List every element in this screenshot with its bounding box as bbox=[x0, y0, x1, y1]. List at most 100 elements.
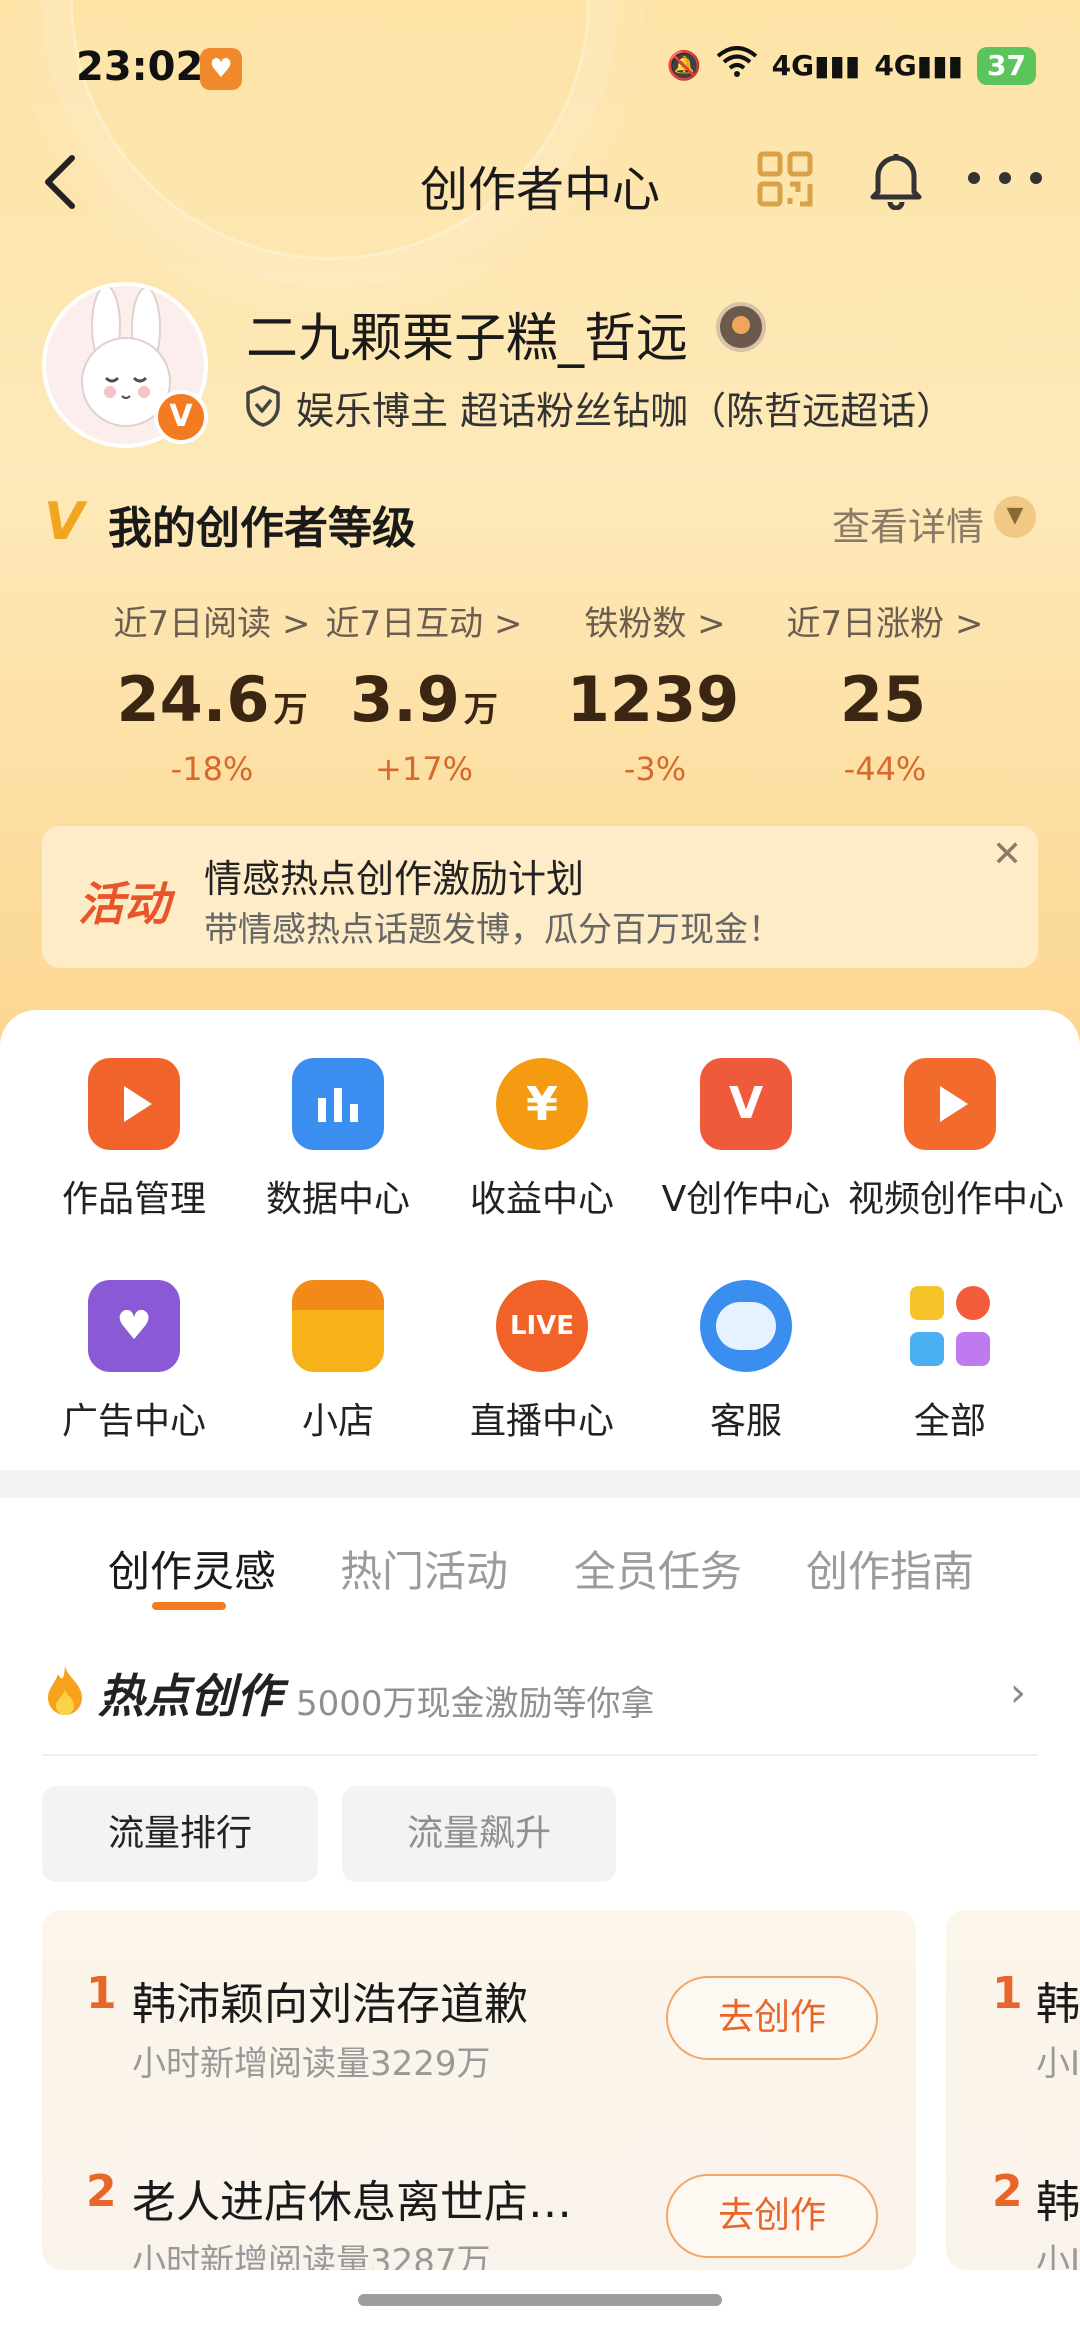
shield-icon bbox=[244, 384, 282, 428]
rank-subtitle: 小I bbox=[1036, 2242, 1080, 2270]
service-label: 数据中心 bbox=[265, 1179, 410, 1220]
service-label: V创作中心 bbox=[661, 1179, 831, 1220]
service-all[interactable]: 全部 bbox=[848, 1280, 1052, 1444]
banner-tag: 活动 bbox=[78, 877, 170, 931]
video-icon bbox=[904, 1058, 996, 1150]
username[interactable]: 二九颗栗子糕_哲远 bbox=[246, 296, 688, 371]
close-icon[interactable]: ✕ bbox=[992, 834, 1022, 875]
battery-icon: 37 bbox=[977, 46, 1036, 85]
service-ad[interactable]: ♥ 广告中心 bbox=[32, 1280, 236, 1444]
stat-value: 25 bbox=[839, 663, 927, 736]
stat-label: 近7日阅读 > bbox=[113, 604, 311, 644]
status-bar: 23:02 ♥ 🔕 4G▮▮▮ 4G▮▮▮ 37 bbox=[0, 0, 1080, 140]
chevron-down-icon[interactable]: ▼ bbox=[994, 496, 1036, 538]
rank-title: 韩 bbox=[1036, 1979, 1080, 2030]
tab-creation-inspiration[interactable]: 创作灵感 bbox=[108, 1538, 276, 1599]
service-works[interactable]: 作品管理 bbox=[32, 1058, 236, 1222]
service-shop[interactable]: 小店 bbox=[236, 1280, 440, 1444]
ranking-card-peek[interactable]: 1 韩 小I 2 韩 小I bbox=[946, 1910, 1080, 2270]
wifi-icon bbox=[716, 46, 758, 85]
mute-icon: 🔕 bbox=[666, 49, 702, 82]
ranking-item[interactable]: 2 老人进店休息离世店… 小时新增阅读量3287万 去创作 bbox=[42, 2152, 916, 2270]
service-label: 全部 bbox=[913, 1401, 986, 1442]
stats-row: 近7日阅读 > 24.6 万 -18% 近7日互动 > 3.9 万 +17% 铁粉数… bbox=[0, 596, 1080, 796]
ad-icon: ♥ bbox=[88, 1280, 180, 1372]
ranking-item[interactable]: 2 韩 小I bbox=[946, 2152, 1080, 2270]
home-indicator[interactable] bbox=[358, 2294, 722, 2306]
stat-value: 24.6 万 bbox=[116, 663, 308, 736]
service-video[interactable]: 视频创作中心 bbox=[848, 1058, 1064, 1222]
view-details-link[interactable]: 查看详情 bbox=[832, 496, 984, 551]
verified-v-icon: V bbox=[154, 390, 208, 444]
rank-title[interactable]: 韩沛颖向刘浩存道歉 bbox=[132, 1968, 528, 2032]
stat-change: -44% bbox=[843, 750, 927, 788]
tab-hot-activities[interactable]: 热门活动 bbox=[340, 1538, 508, 1599]
rank-subtitle: 小时新增阅读量3287万 bbox=[132, 2242, 491, 2270]
signal-icon: 4G▮▮▮ bbox=[771, 49, 861, 82]
service-data[interactable]: 数据中心 bbox=[236, 1058, 440, 1222]
creator-level-title: 我的创作者等级 bbox=[108, 503, 416, 554]
service-v-create[interactable]: V V创作中心 bbox=[644, 1058, 848, 1222]
activity-banner[interactable]: 活动 情感热点创作激励计划 带情感热点话题发博，瓜分百万现金！ bbox=[42, 826, 1038, 968]
heart-notification-icon: ♥ bbox=[200, 48, 242, 90]
chip-traffic-ranking[interactable]: 流量排行 bbox=[42, 1786, 318, 1882]
hot-creation-subtitle[interactable]: 5000万现金激励等你拿 bbox=[296, 1676, 655, 1725]
service-label: 小店 bbox=[301, 1401, 374, 1442]
fire-icon bbox=[44, 1664, 86, 1718]
section-divider bbox=[0, 1470, 1080, 1498]
stat-7day-new-fans[interactable]: 近7日涨粉 > 25 -44% bbox=[770, 596, 1000, 788]
stat-label: 近7日涨粉 > bbox=[786, 604, 984, 644]
stat-change: -3% bbox=[623, 750, 687, 788]
shop-icon bbox=[292, 1280, 384, 1372]
service-label: 广告中心 bbox=[61, 1401, 206, 1442]
banner-subtitle: 带情感热点话题发博，瓜分百万现金！ bbox=[204, 910, 782, 950]
verify-description[interactable]: 娱乐博主 超话粉丝钻咖（陈哲远超话） bbox=[296, 380, 954, 435]
stat-label: 近7日互动 > bbox=[325, 604, 523, 644]
service-yuan[interactable]: ¥ 收益中心 bbox=[440, 1058, 644, 1222]
fan-badge-icon[interactable] bbox=[716, 302, 766, 352]
stat-iron-fans[interactable]: 铁粉数 > 1239 -3% bbox=[540, 596, 770, 788]
rank-number: 2 bbox=[992, 2166, 1023, 2217]
banner-title: 情感热点创作激励计划 bbox=[204, 857, 585, 901]
rank-number: 1 bbox=[86, 1968, 117, 2019]
service-label: 直播中心 bbox=[469, 1401, 614, 1442]
service-label: 作品管理 bbox=[61, 1179, 206, 1220]
tab-creation-guide[interactable]: 创作指南 bbox=[806, 1538, 974, 1599]
ranking-card: 1 韩沛颖向刘浩存道歉 小时新增阅读量3229万 去创作 2 老人进店休息离世店… bbox=[42, 1910, 916, 2270]
ranking-item[interactable]: 1 韩沛颖向刘浩存道歉 小时新增阅读量3229万 去创作 bbox=[42, 1954, 916, 2114]
more-options-icon[interactable] bbox=[968, 166, 1042, 190]
stat-change: +17% bbox=[375, 750, 473, 788]
chevron-right-icon[interactable]: › bbox=[1010, 1670, 1026, 1716]
service-service[interactable]: 客服 bbox=[644, 1280, 848, 1444]
signal-icon-2: 4G▮▮▮ bbox=[874, 49, 964, 82]
divider bbox=[42, 1754, 1038, 1756]
go-create-button[interactable]: 去创作 bbox=[666, 1976, 878, 2060]
rank-number: 1 bbox=[992, 1968, 1023, 2019]
creator-level-v-icon: V bbox=[44, 492, 85, 552]
rank-title[interactable]: 老人进店休息离世店… bbox=[132, 2166, 572, 2230]
service-label: 收益中心 bbox=[469, 1179, 614, 1220]
v-create-icon: V bbox=[700, 1058, 792, 1150]
qr-code-icon[interactable] bbox=[756, 150, 814, 208]
go-create-button[interactable]: 去创作 bbox=[666, 2174, 878, 2258]
rank-title: 韩 bbox=[1036, 2177, 1080, 2228]
stat-label: 铁粉数 > bbox=[584, 604, 726, 644]
service-label: 客服 bbox=[709, 1401, 782, 1442]
rank-subtitle: 小时新增阅读量3229万 bbox=[132, 2044, 491, 2084]
service-icon bbox=[700, 1280, 792, 1372]
tab-all-member-tasks[interactable]: 全员任务 bbox=[574, 1538, 742, 1599]
status-time: 23:02 bbox=[76, 44, 204, 90]
service-live[interactable]: LIVE 直播中心 bbox=[440, 1280, 644, 1444]
stat-7day-interactions[interactable]: 近7日互动 > 3.9 万 +17% bbox=[309, 596, 539, 788]
all-icon bbox=[904, 1280, 996, 1372]
stat-value: 1239 bbox=[566, 663, 740, 736]
chip-traffic-rising[interactable]: 流量飙升 bbox=[342, 1786, 616, 1882]
ranking-item[interactable]: 1 韩 小I bbox=[946, 1954, 1080, 2114]
status-icons: 🔕 4G▮▮▮ 4G▮▮▮ 37 bbox=[667, 46, 1036, 85]
active-tab-indicator bbox=[152, 1602, 226, 1610]
stat-value: 3.9 万 bbox=[350, 663, 498, 736]
hot-creation-title: 热点创作 bbox=[98, 1669, 282, 1723]
bell-icon[interactable] bbox=[866, 148, 926, 211]
live-icon: LIVE bbox=[496, 1280, 588, 1372]
stat-7day-reads[interactable]: 近7日阅读 > 24.6 万 -18% bbox=[97, 596, 327, 788]
